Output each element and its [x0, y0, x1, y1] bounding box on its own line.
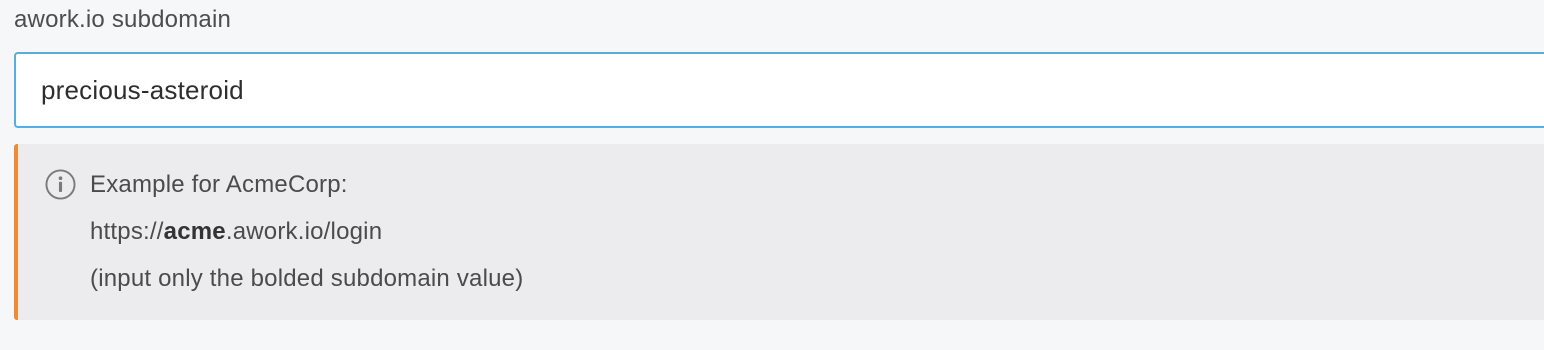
url-subdomain: acme [163, 218, 226, 245]
info-hint: (input only the bolded subdomain value) [90, 265, 524, 292]
subdomain-input[interactable] [14, 52, 1544, 128]
info-box: Example for AcmeCorp: https://acme.awork… [14, 144, 1544, 320]
subdomain-label: awork.io subdomain [14, 6, 232, 33]
url-suffix: .awork.io/login [225, 218, 383, 245]
info-heading: Example for AcmeCorp: [90, 171, 348, 198]
info-circle-icon [45, 169, 76, 200]
example-url: https://acme.awork.io/login [90, 218, 382, 246]
url-prefix: https:// [90, 218, 164, 245]
